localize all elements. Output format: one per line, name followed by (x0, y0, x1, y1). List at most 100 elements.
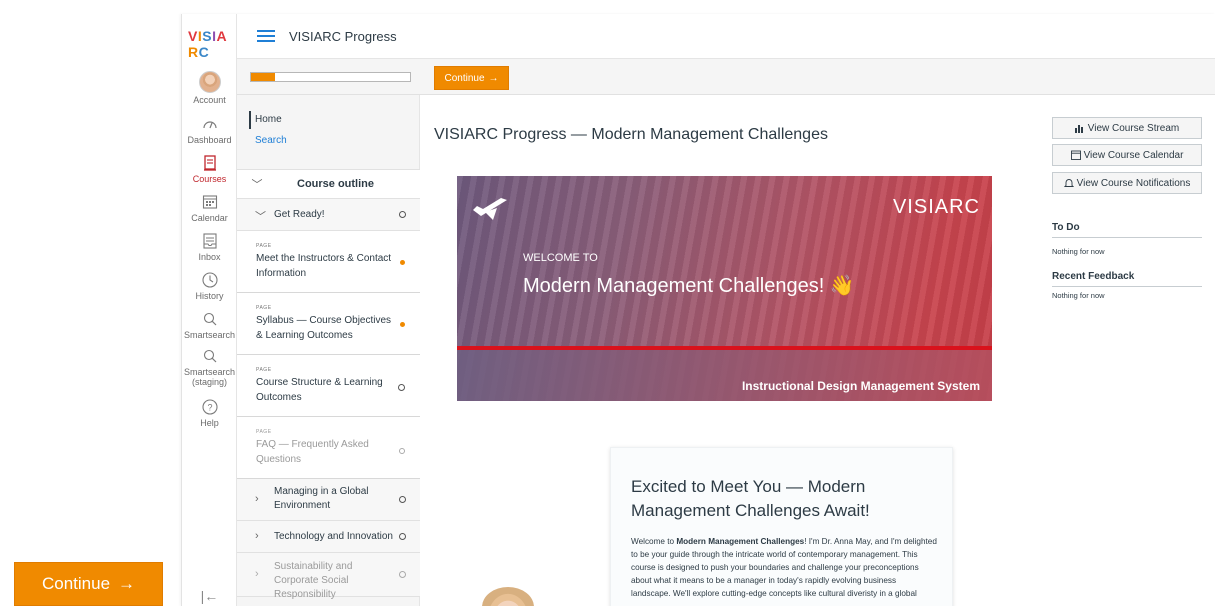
outline-page-title: FAQ — Frequently Asked Questions (256, 439, 369, 465)
intro-text: Welcome to (631, 537, 677, 546)
plane-logo-icon (473, 198, 507, 220)
global-nav-label: Smartsearch (183, 330, 236, 340)
breadcrumb-course-title[interactable]: VISIARC Progress (289, 29, 397, 44)
chevron-down-icon: ﹀ (255, 211, 266, 223)
progress-strip: Continue → (237, 59, 1215, 95)
global-nav-label: Help (200, 418, 219, 428)
main-content: VISIARC Progress — Modern Management Cha… (420, 95, 1040, 606)
dashboard-icon (202, 121, 217, 129)
chevron-right-icon: › (255, 568, 259, 580)
course-name-bold: Modern Management Challenges (676, 537, 805, 546)
outline-module-label: Technology and Innovation (274, 531, 393, 542)
global-nav-label: Calendar (191, 213, 228, 223)
view-course-calendar-label: View Course Calendar (1083, 149, 1184, 161)
outline-module-get-ready[interactable]: ﹀ Get Ready! (237, 199, 420, 231)
continue-label: Continue (444, 72, 485, 84)
hamburger-menu-icon[interactable] (257, 30, 275, 42)
chevron-right-icon: › (255, 493, 259, 505)
global-nav-smartsearch[interactable]: Smartsearch (182, 310, 237, 340)
global-nav-account[interactable]: Account (182, 71, 237, 105)
global-nav-label: Dashboard (187, 135, 232, 145)
status-circle-icon (399, 533, 406, 540)
chevron-right-icon: › (255, 530, 259, 542)
outline-module-item[interactable]: › Sustainability and Corporate Social Re… (237, 553, 420, 600)
inbox-icon (202, 233, 217, 249)
floating-continue-label: Continue (41, 574, 111, 593)
visiarc-logo[interactable]: VISIARC (188, 28, 236, 60)
app-window: VISIARC Account Dashboard Courses Calend… (181, 14, 1215, 606)
view-course-notifications-button[interactable]: View Course Notifications (1052, 172, 1202, 194)
continue-button[interactable]: Continue → (434, 66, 509, 90)
view-course-stream-label: View Course Stream (1087, 122, 1180, 134)
todo-heading: To Do (1052, 222, 1202, 238)
course-nav-home[interactable]: Home (249, 111, 409, 129)
calendar-icon (1070, 150, 1081, 160)
course-outline-header[interactable]: ﹀ Course outline (237, 169, 420, 199)
status-circle-icon (399, 211, 406, 218)
search-icon (203, 312, 216, 326)
status-circle-icon (398, 384, 405, 391)
status-circle-icon (399, 571, 406, 578)
history-icon (201, 272, 218, 288)
progress-bar (250, 72, 411, 82)
status-dot-icon (400, 322, 405, 327)
view-course-stream-button[interactable]: View Course Stream (1052, 117, 1202, 139)
banner-welcome: WELCOME TO (523, 252, 598, 264)
todo-empty-text: Nothing for now (1052, 247, 1105, 256)
collapse-nav-icon[interactable]: |← (182, 588, 237, 604)
floating-continue-button[interactable]: Continue → (14, 562, 163, 606)
course-sidebar: Home Search ﹀ Course outline ﹀ Get Ready… (237, 95, 420, 606)
status-circle-icon (399, 448, 405, 454)
banner-headline: Modern Management Challenges! 👋 (523, 275, 855, 297)
global-nav-label: Courses (192, 174, 227, 184)
outline-module-item[interactable]: › Technology and Innovation (237, 521, 420, 553)
courses-icon (203, 155, 216, 171)
arrow-right-icon: → (118, 574, 136, 593)
outline-page-item[interactable]: PAGE Course Structure & Learning Outcome… (237, 355, 420, 417)
outline-module-label: Managing in a Global Environment (274, 486, 369, 511)
arrow-right-icon: → (488, 72, 499, 84)
outline-module-label: Sustainability and Corporate Social Resp… (274, 561, 353, 600)
instructor-photo (482, 587, 534, 606)
bell-icon (1063, 179, 1074, 187)
item-kind-label: PAGE (256, 367, 272, 373)
global-nav-label: Smartsearch (staging) (183, 367, 236, 387)
course-outline-title: Course outline (297, 178, 375, 190)
outline-page-title: Syllabus — Course Objectives & Learning … (256, 315, 392, 341)
global-nav-dashboard[interactable]: Dashboard (182, 115, 237, 145)
item-kind-label: PAGE (256, 429, 272, 435)
bar-chart-icon (1074, 125, 1083, 133)
course-nav-search[interactable]: Search (249, 135, 409, 146)
intro-body: ! I'm Dr. Anna May, and I'm delighted to… (631, 537, 937, 598)
banner-brand: VISIARC (892, 196, 980, 218)
outline-page-title: Meet the Instructors & Contact Informati… (256, 253, 392, 279)
page-title: VISIARC Progress — Modern Management Cha… (434, 126, 828, 143)
avatar (198, 71, 221, 93)
welcome-banner: VISIARC WELCOME TO Modern Management Cha… (457, 176, 992, 401)
global-nav-calendar[interactable]: Calendar (182, 193, 237, 223)
global-nav-inbox[interactable]: Inbox (182, 232, 237, 262)
status-circle-icon (399, 496, 406, 503)
global-nav-label: Account (193, 95, 226, 105)
intro-card: Excited to Meet You — Modern Management … (610, 447, 953, 606)
outline-module-item[interactable]: › Managing in a Global Environment (237, 479, 420, 521)
global-nav: VISIARC Account Dashboard Courses Calend… (182, 14, 237, 606)
global-nav-history[interactable]: History (182, 271, 237, 301)
intro-paragraph: Welcome to Modern Management Challenges!… (631, 535, 937, 600)
view-course-calendar-button[interactable]: View Course Calendar (1052, 144, 1202, 166)
banner-subline: Instructional Design Management System (741, 379, 980, 393)
outline-page-item[interactable]: PAGE FAQ — Frequently Asked Questions (237, 417, 420, 479)
global-nav-help[interactable]: ? Help (182, 398, 237, 428)
course-header: VISIARC Progress (237, 14, 1215, 59)
global-nav-label: Inbox (198, 252, 221, 262)
global-nav-smartsearch-staging[interactable]: Smartsearch (staging) (182, 347, 237, 387)
global-nav-courses[interactable]: Courses (182, 154, 237, 184)
status-dot-icon (400, 260, 405, 265)
help-icon: ? (201, 399, 218, 415)
outline-page-item[interactable]: PAGE Meet the Instructors & Contact Info… (237, 231, 420, 293)
outline-page-item[interactable]: PAGE Syllabus — Course Objectives & Lear… (237, 293, 420, 355)
calendar-icon (202, 195, 217, 209)
progress-bar-fill (251, 73, 275, 81)
search-icon (203, 349, 216, 363)
outline-page-title: Course Structure & Learning Outcomes (256, 377, 383, 403)
